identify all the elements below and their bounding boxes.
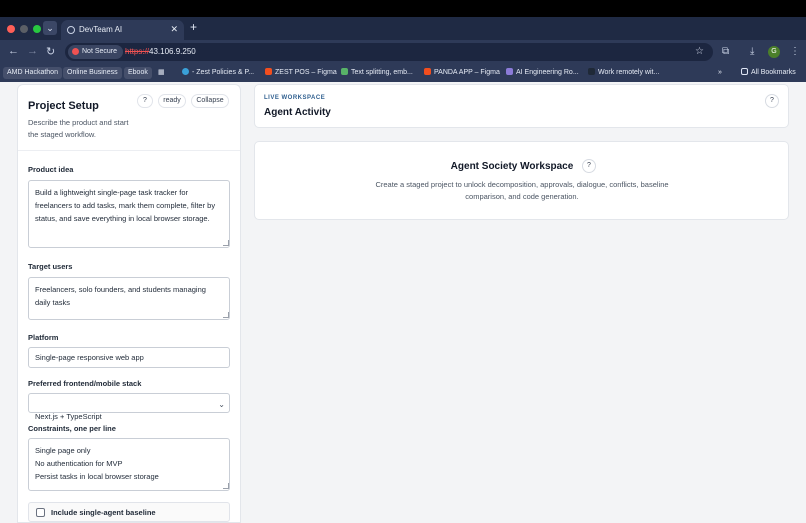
workspace-card: Agent Society Workspace ? Create a stage…: [254, 141, 789, 220]
bookmark-item[interactable]: - Zest Policies & P...: [182, 67, 254, 79]
section-title: Agent Activity: [264, 107, 331, 118]
forward-arrow-icon[interactable]: →: [27, 45, 38, 57]
bookmark-item[interactable]: Online Business: [63, 67, 122, 79]
security-indicator[interactable]: Not Secure: [68, 45, 123, 59]
collapse-button[interactable]: Collapse: [191, 94, 229, 108]
bookmark-label: - Zest Policies & P...: [192, 69, 255, 76]
platform-input[interactable]: Single-page responsive web app: [28, 347, 230, 368]
tab-strip: ⌄ DevTeam AI ✕ +: [0, 17, 806, 40]
bookmark-favicon-icon: [182, 68, 189, 75]
bookmark-favicon-icon: [506, 68, 513, 75]
baseline-option[interactable]: Include single-agent baseline: [28, 502, 230, 522]
warning-icon: [72, 48, 79, 55]
bookmark-star-icon[interactable]: ☆: [695, 46, 704, 57]
os-top-bar: [0, 0, 806, 17]
figma-icon: [424, 68, 431, 75]
platform-label: Platform: [28, 333, 59, 342]
bookmark-label: ZEST POS – Figma: [275, 69, 337, 76]
panel-header: Project Setup Describe the product and s…: [18, 85, 240, 151]
url-text[interactable]: https://43.106.9.250: [125, 47, 196, 56]
tab-search-chevron-icon[interactable]: ⌄: [43, 21, 57, 35]
security-label: Not Secure: [82, 48, 118, 55]
bookmark-label: PANDA APP – Figma: [434, 69, 500, 76]
bookmark-item[interactable]: AMD Hackathon: [3, 67, 62, 79]
stack-select[interactable]: Next.js + TypeScript ⌄: [28, 393, 230, 421]
bookmarks-overflow-icon[interactable]: »: [718, 67, 722, 79]
all-bookmarks[interactable]: All Bookmarks: [741, 67, 796, 79]
resize-handle-icon[interactable]: [223, 240, 229, 246]
back-arrow-icon[interactable]: ←: [8, 45, 19, 57]
apps-grid-icon[interactable]: ▦: [158, 67, 165, 79]
url-scheme: https://: [125, 47, 150, 56]
globe-icon: [67, 26, 75, 34]
resize-handle-icon[interactable]: [223, 483, 229, 489]
close-window-button[interactable]: [7, 25, 15, 33]
bookmark-favicon-icon: [588, 68, 595, 75]
workspace-description: Create a staged project to unlock decomp…: [375, 180, 669, 201]
workspace-title-row: Agent Society Workspace: [255, 161, 789, 172]
bookmark-favicon-icon: [341, 68, 348, 75]
chevron-down-icon: ⌄: [218, 400, 225, 409]
help-button[interactable]: ?: [765, 94, 779, 108]
panel-description: Describe the product and start the stage…: [28, 118, 129, 139]
target-users-label: Target users: [28, 262, 73, 271]
workspace-title: Agent Society Workspace: [450, 161, 574, 172]
help-button[interactable]: ?: [582, 159, 596, 173]
bookmark-item[interactable]: Ebook: [124, 67, 152, 79]
browser-tab[interactable]: DevTeam AI ✕: [61, 20, 184, 40]
bookmarks-bar: AMD Hackathon Online Business Ebook ▦ - …: [0, 64, 806, 82]
folder-icon: [741, 68, 748, 75]
bookmark-label: Work remotely wit...: [598, 69, 660, 76]
figma-icon: [265, 68, 272, 75]
all-bookmarks-label: All Bookmarks: [751, 69, 796, 76]
minimize-window-button[interactable]: [20, 25, 28, 33]
constraints-label: Constraints, one per line: [28, 424, 116, 433]
address-bar[interactable]: Not Secure https://43.106.9.250 ☆: [65, 43, 713, 61]
bookmark-item[interactable]: ZEST POS – Figma: [265, 67, 337, 79]
bookmark-item[interactable]: PANDA APP – Figma: [424, 67, 500, 79]
url-host: 43.106.9.250: [149, 47, 196, 56]
target-users-textarea[interactable]: Freelancers, solo founders, and students…: [28, 277, 230, 320]
stack-selected-value: Next.js + TypeScript: [35, 412, 102, 421]
zoom-window-button[interactable]: [33, 25, 41, 33]
stack-label: Preferred frontend/mobile stack: [28, 379, 142, 388]
bookmark-item[interactable]: AI Engineering Ro...: [506, 67, 579, 79]
resize-handle-icon[interactable]: [223, 312, 229, 318]
panel-title: Project Setup: [28, 100, 99, 112]
project-setup-panel: Project Setup Describe the product and s…: [17, 84, 241, 523]
reload-icon[interactable]: ↻: [46, 45, 55, 58]
tab-close-icon[interactable]: ✕: [170, 24, 178, 35]
section-eyebrow: LIVE WORKSPACE: [264, 95, 326, 101]
product-idea-label: Product idea: [28, 165, 74, 174]
constraints-textarea[interactable]: Single page only No authentication for M…: [28, 438, 230, 491]
help-button[interactable]: ?: [137, 94, 153, 108]
baseline-label: Include single-agent baseline: [51, 508, 156, 517]
new-tab-button[interactable]: +: [190, 20, 197, 34]
bookmark-item[interactable]: Work remotely wit...: [588, 67, 659, 79]
agent-activity-card: LIVE WORKSPACE Agent Activity ?: [254, 84, 789, 128]
bookmark-item[interactable]: Text splitting, emb...: [341, 67, 413, 79]
download-icon[interactable]: ⤓: [750, 46, 754, 57]
bookmark-label: AI Engineering Ro...: [516, 69, 579, 76]
browser-toolbar: ← → ↻ Not Secure https://43.106.9.250 ☆ …: [0, 40, 806, 64]
menu-kebab-icon[interactable]: ⋮: [790, 46, 800, 57]
extensions-puzzle-icon[interactable]: ⧉: [722, 46, 729, 57]
status-badge: ready: [158, 94, 186, 108]
baseline-checkbox[interactable]: [36, 508, 45, 517]
bookmark-label: Text splitting, emb...: [351, 69, 413, 76]
tab-title: DevTeam AI: [79, 25, 123, 34]
profile-avatar[interactable]: G: [768, 46, 780, 58]
product-idea-textarea[interactable]: Build a lightweight single-page task tra…: [28, 180, 230, 248]
